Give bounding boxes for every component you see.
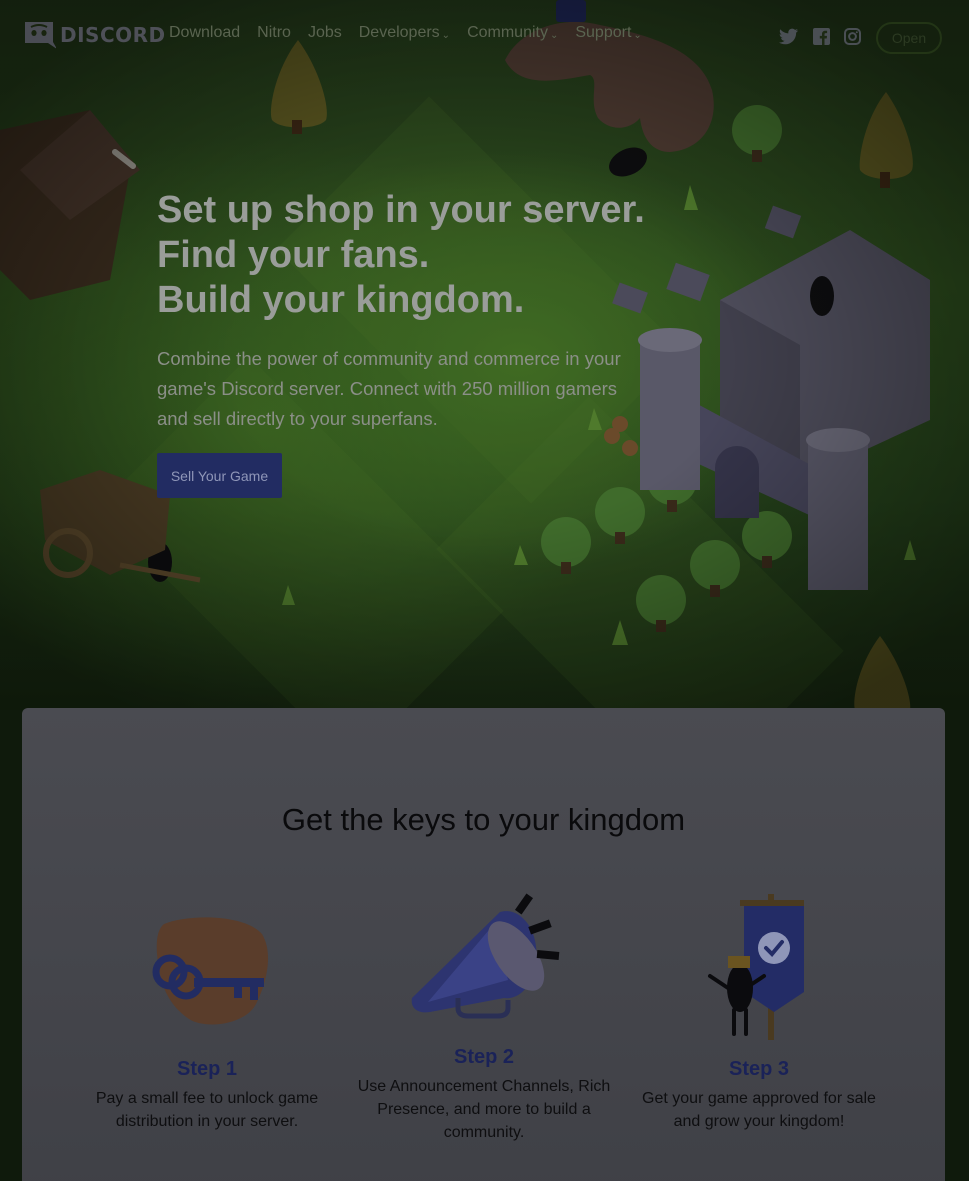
nav-dropdown-support[interactable]: Support ⌄ bbox=[575, 24, 641, 42]
page: DISCORD Download Nitro Jobs Developers ⌄… bbox=[0, 0, 969, 1181]
nav-dropdown-community[interactable]: Community ⌄ bbox=[467, 24, 558, 42]
twitter-icon[interactable] bbox=[779, 28, 799, 46]
open-button[interactable]: Open bbox=[876, 22, 942, 54]
hero-subtitle: Combine the power of community and comme… bbox=[157, 348, 621, 429]
chevron-down-icon: ⌄ bbox=[633, 29, 642, 41]
hero-title-line: Find your fans. bbox=[157, 234, 430, 276]
hero-title-line: Build your kingdom. bbox=[157, 279, 525, 321]
tree-icon bbox=[854, 636, 911, 710]
hero-title: Set up shop in your server. Find your fa… bbox=[157, 188, 645, 323]
discord-logo[interactable]: DISCORD bbox=[22, 20, 166, 50]
banner-icon bbox=[708, 894, 804, 1040]
logo-wordmark: DISCORD bbox=[60, 23, 166, 47]
step-1: Step 1 Pay a small fee to unlock game di… bbox=[76, 1058, 338, 1133]
nav-link-nitro[interactable]: Nitro bbox=[257, 24, 291, 42]
step-description: Get your game approved for sale and grow… bbox=[642, 1090, 876, 1130]
step-description: Pay a small fee to unlock game distribut… bbox=[95, 1090, 319, 1130]
section-title: Get the keys to your kingdom bbox=[281, 802, 686, 837]
chevron-down-icon: ⌄ bbox=[441, 29, 451, 41]
sell-your-game-button[interactable]: Sell Your Game bbox=[157, 453, 282, 498]
nav-link-label: Developers bbox=[358, 24, 440, 41]
nav-link-download[interactable]: Download bbox=[169, 24, 240, 42]
step-title: Step 1 bbox=[176, 1058, 238, 1080]
nav-link-label: Download bbox=[169, 24, 241, 41]
keys-section: Get the keys to your kingdom Step 1 Pay … bbox=[22, 708, 945, 1181]
nav-link-label: Community bbox=[467, 24, 548, 41]
nav-link-label: Support bbox=[575, 24, 632, 41]
hut-icon bbox=[0, 110, 140, 300]
hand-with-key-icon bbox=[152, 917, 269, 1025]
step-3: Step 3 Get your game approved for sale a… bbox=[634, 1058, 884, 1133]
nav-links: Download Nitro Jobs Developers ⌄ Communi… bbox=[169, 24, 659, 42]
hero-title-line: Set up shop in your server. bbox=[157, 189, 645, 231]
nav-link-label: Jobs bbox=[307, 24, 342, 41]
top-navigation: DISCORD Download Nitro Jobs Developers ⌄… bbox=[0, 0, 969, 76]
step-description: Use Announcement Channels, Rich Presence… bbox=[357, 1078, 611, 1141]
step-title: Step 3 bbox=[728, 1058, 790, 1080]
step-title: Step 2 bbox=[453, 1046, 515, 1068]
facebook-icon[interactable] bbox=[813, 28, 830, 45]
tree-icon bbox=[859, 92, 913, 188]
hero-section: DISCORD Download Nitro Jobs Developers ⌄… bbox=[0, 0, 969, 710]
discord-logo-icon bbox=[25, 22, 56, 49]
chevron-down-icon: ⌄ bbox=[549, 29, 559, 41]
instagram-icon[interactable] bbox=[844, 28, 861, 45]
megaphone-icon bbox=[411, 893, 560, 1019]
nav-dropdown-developers[interactable]: Developers ⌄ bbox=[359, 24, 450, 42]
step-2: Step 2 Use Announcement Channels, Rich P… bbox=[346, 1046, 622, 1144]
nav-link-jobs[interactable]: Jobs bbox=[308, 24, 342, 42]
nav-link-label: Nitro bbox=[257, 24, 291, 41]
